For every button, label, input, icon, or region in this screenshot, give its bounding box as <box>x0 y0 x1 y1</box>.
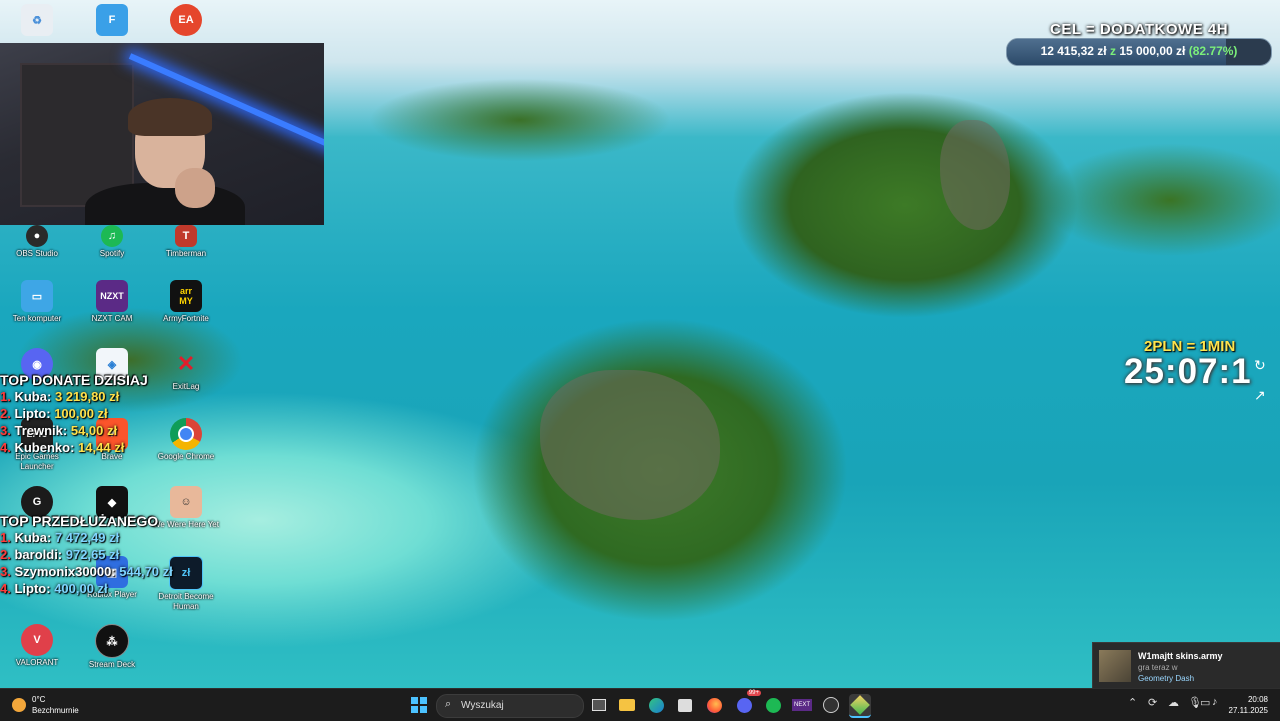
top-extend-row: 3. Szymonix30000: 544,70 zł <box>0 564 173 579</box>
windows-icon <box>411 697 427 713</box>
now-playing-notification[interactable]: W1majtt skins.army gra teraz w Geometry … <box>1092 642 1280 690</box>
desktop-icon-recycle-bin[interactable]: ♻ <box>1 4 73 38</box>
webcam-streamer-hair <box>128 98 212 136</box>
desktop-icon-obs[interactable]: ● OBS Studio <box>1 225 73 259</box>
taskbar-search[interactable]: ⌕ Wyszukaj <box>436 694 584 718</box>
user-avatar <box>1099 650 1131 682</box>
desktop-icon-spotify[interactable]: ♫ Spotify <box>76 225 148 259</box>
top-extend-board: TOP PRZEDŁUŻANEGO 1. Kuba: 7 472,49 zł 2… <box>0 513 173 597</box>
top-donate-row: 4. Kubenko: 14,44 zł <box>0 440 125 455</box>
tray-overflow-icon[interactable]: ⌃ <box>1128 696 1137 709</box>
webcam-overlay <box>0 43 324 225</box>
desktop-icon-armyfortnite[interactable]: arr MY ArmyFortnite <box>150 280 222 324</box>
timer-arrows-icon: ↻ ↗ <box>1254 357 1266 403</box>
nzxt-icon: NEXT <box>791 699 812 711</box>
desktop-icon-fortnite[interactable]: F <box>76 4 148 38</box>
game-icon: ☺ <box>170 486 202 518</box>
firefox-button[interactable] <box>703 694 725 716</box>
subathon-timer: 25:07:1 <box>1124 352 1252 391</box>
store-icon <box>678 698 692 712</box>
top-extend-row: 4. Lipto: 400,00 zł <box>0 581 108 596</box>
top-extend-row: 1. Kuba: 7 472,49 zł <box>0 530 120 545</box>
exitlag-icon: ✕ <box>176 351 196 376</box>
obs-icon: ● <box>26 225 48 247</box>
task-view-button[interactable] <box>588 694 610 716</box>
edge-button[interactable] <box>645 694 667 716</box>
folder-icon <box>619 699 635 711</box>
active-app-button[interactable] <box>849 694 871 718</box>
firefox-icon <box>706 697 722 713</box>
search-placeholder: Wyszukaj <box>461 700 504 711</box>
goal-progress-bar: 12 415,32 zł z 15 000,00 zł (82.77%) <box>1006 38 1272 66</box>
weather-sun-icon <box>12 698 26 712</box>
clock-time: 20:08 <box>1247 695 1268 704</box>
timberman-icon: T <box>175 225 197 247</box>
top-extend-title: TOP PRZEDŁUŻANEGO <box>0 513 159 529</box>
sync-icon[interactable]: ⟳ <box>1148 696 1157 709</box>
nzxt-icon: NZXT <box>96 280 128 312</box>
desktop-icon-timberman[interactable]: T Timberman <box>150 225 222 259</box>
search-icon: ⌕ <box>445 698 452 710</box>
top-donate-board: TOP DONATE DZISIAJ 1. Kuba: 3 219,80 zł … <box>0 372 148 456</box>
spotify-icon: ♫ <box>101 225 123 247</box>
notification-game: Geometry Dash <box>1138 674 1195 683</box>
spotify-taskbar-button[interactable] <box>762 694 784 716</box>
recycle-bin-icon: ♻ <box>21 4 53 36</box>
weather-widget[interactable]: 0°C Bezchmurnie <box>12 694 79 716</box>
weather-desc: Bezchmurnie <box>32 706 79 715</box>
goal-target: 15 000,00 zł <box>1119 44 1186 58</box>
goal-progress-text: 12 415,32 zł z 15 000,00 zł (82.77%) <box>1007 44 1271 58</box>
goal-title: CEL = DODATKOWE 4H <box>1050 21 1229 38</box>
notification-status: gra teraz w <box>1138 663 1178 672</box>
taskbar-clock[interactable]: 20:08 27.11.2025 <box>1226 694 1268 716</box>
file-explorer-button[interactable] <box>616 694 638 716</box>
desktop-icon-ea[interactable]: EA <box>150 4 222 38</box>
goal-current: 12 415,32 zł <box>1040 44 1107 58</box>
store-button[interactable] <box>674 694 696 716</box>
cloud-icon[interactable]: ☁ <box>1168 696 1179 709</box>
discord-taskbar-button[interactable]: 99+ <box>733 690 761 716</box>
notification-user: W1majtt skins.army <box>1138 651 1223 661</box>
top-donate-row: 3. Trewnik: 54,00 zł <box>0 423 118 438</box>
desktop-icon-nzxt-cam[interactable]: NZXT NZXT CAM <box>76 280 148 324</box>
nzxt-taskbar-button[interactable]: NEXT <box>791 694 813 716</box>
taskbar: 0°C Bezchmurnie ⌕ Wyszukaj 99+ NEXT ⌃ ⟳ … <box>0 688 1280 721</box>
volume-icon[interactable]: ♪ <box>1212 696 1218 708</box>
top-donate-row: 2. Lipto: 100,00 zł <box>0 406 108 421</box>
desktop-icon-chrome[interactable]: Google Chrome <box>150 418 222 462</box>
ea-icon: EA <box>170 4 202 36</box>
display-icon[interactable]: ▭ <box>1200 696 1210 709</box>
discord-icon <box>736 697 752 713</box>
desktop-icon-valorant[interactable]: V VALORANT <box>1 624 73 668</box>
webcam-streamer-body <box>85 183 245 225</box>
spotify-icon <box>765 697 781 713</box>
obs-icon <box>823 697 839 713</box>
edge-icon <box>648 697 664 713</box>
desktop-icon-stream-deck[interactable]: ⁂ Stream Deck <box>76 624 148 670</box>
desktop-icon-this-pc[interactable]: ▭ Ten komputer <box>1 280 73 324</box>
chrome-icon <box>170 418 202 450</box>
desktop-icon-exitlag[interactable]: ✕ ExitLag <box>150 348 222 392</box>
obs-taskbar-button[interactable] <box>820 694 842 716</box>
top-donate-row: 1. Kuba: 3 219,80 zł <box>0 389 120 404</box>
top-extend-row: 2. baroldi: 972,65 zł <box>0 547 120 562</box>
fortnite-icon: F <box>96 4 128 36</box>
detroit-icon: zł <box>169 556 203 590</box>
start-button[interactable] <box>408 694 430 716</box>
armyfortnite-icon: arr MY <box>170 280 202 312</box>
top-donate-title: TOP DONATE DZISIAJ <box>0 372 148 388</box>
webcam-streamer-hand <box>175 168 215 208</box>
stream-deck-icon: ⁂ <box>95 624 129 658</box>
task-view-icon <box>592 699 606 711</box>
goal-percent: (82.77%) <box>1188 44 1238 58</box>
notification-badge: 99+ <box>746 690 761 696</box>
weather-temp: 0°C <box>32 695 46 704</box>
valorant-icon: V <box>21 624 53 656</box>
goal-of: z <box>1109 44 1116 58</box>
clock-date: 27.11.2025 <box>1228 706 1268 715</box>
computer-icon: ▭ <box>21 280 53 312</box>
app-icon <box>850 695 870 715</box>
